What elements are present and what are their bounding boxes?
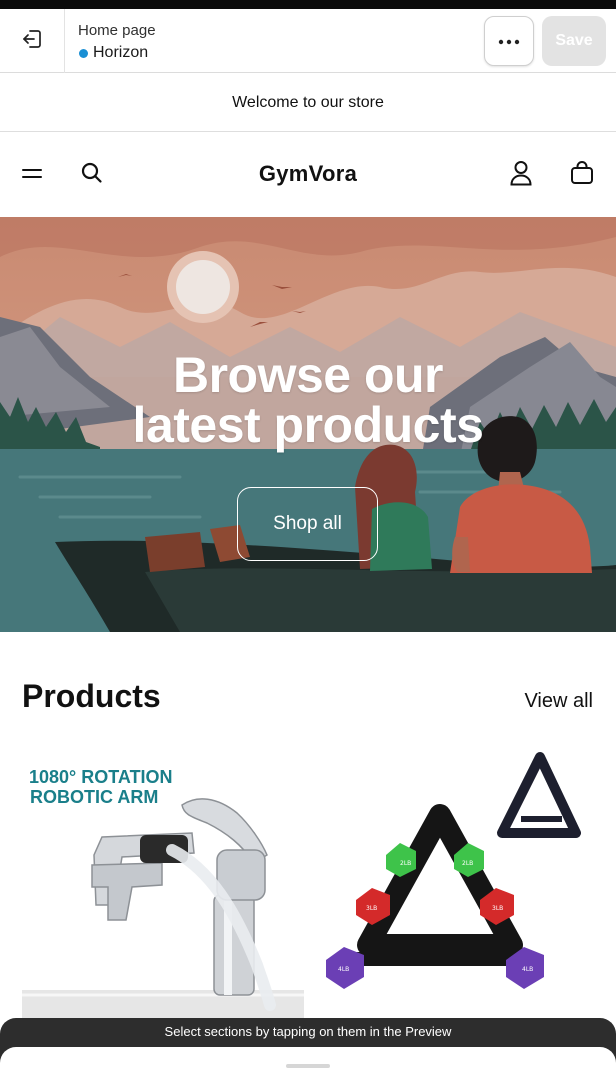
- product-image-text-2: ROBOTIC ARM: [30, 787, 158, 807]
- weight-label: 3LB: [492, 905, 503, 912]
- product-card[interactable]: 2LB 2LB 3LB 3LB 4LB 4LB: [316, 745, 594, 1020]
- editor-top-bar: Home page Horizon Save: [0, 9, 616, 73]
- more-options-button[interactable]: [484, 16, 534, 66]
- hero-heading-line-2: latest products: [132, 397, 484, 453]
- page-selector[interactable]: Home page Horizon: [78, 21, 156, 62]
- exit-button[interactable]: [0, 9, 65, 73]
- weight-label: 4LB: [338, 966, 349, 973]
- status-bar: [0, 0, 616, 9]
- account-button[interactable]: [507, 160, 535, 191]
- hero-heading: Browse our latest products: [0, 350, 616, 450]
- products-heading: Products: [22, 678, 161, 714]
- weight-label: 3LB: [366, 905, 377, 912]
- announcement-text: Welcome to our store: [232, 93, 384, 111]
- product-image: 2LB 2LB 3LB 3LB 4LB 4LB: [326, 752, 581, 989]
- page-name: Home page: [78, 22, 156, 39]
- sheet-drag-handle[interactable]: [286, 1064, 330, 1068]
- weight-label: 4LB: [522, 966, 533, 973]
- announcement-bar[interactable]: Welcome to our store: [0, 74, 616, 132]
- bottom-sheet[interactable]: [0, 1047, 616, 1087]
- theme-status-dot: [79, 48, 88, 58]
- theme-name: Horizon: [93, 44, 149, 61]
- hero-heading-line-1: Browse our: [172, 347, 444, 403]
- preview-hint-text: Select sections by tapping on them in th…: [164, 1024, 452, 1039]
- product-card[interactable]: 1080° ROTATION ROBOTIC ARM: [22, 745, 304, 1020]
- save-button[interactable]: Save: [542, 16, 606, 66]
- shop-all-button[interactable]: Shop all: [237, 487, 378, 561]
- weight-label: 2LB: [462, 860, 473, 867]
- exit-icon: [21, 28, 43, 55]
- product-image: 1080° ROTATION ROBOTIC ARM: [22, 767, 304, 1020]
- bag-icon: [569, 160, 595, 191]
- more-icon: [498, 32, 520, 50]
- theme-indicator: Horizon: [78, 44, 156, 62]
- cart-button[interactable]: [568, 160, 596, 191]
- account-icon: [509, 160, 533, 191]
- product-image-text-1: 1080° ROTATION: [29, 767, 173, 787]
- hero-banner[interactable]: Browse our latest products Shop all: [0, 217, 616, 632]
- weight-label: 2LB: [400, 860, 411, 867]
- view-all-link[interactable]: View all: [524, 690, 593, 713]
- store-header: GymVora: [0, 133, 616, 217]
